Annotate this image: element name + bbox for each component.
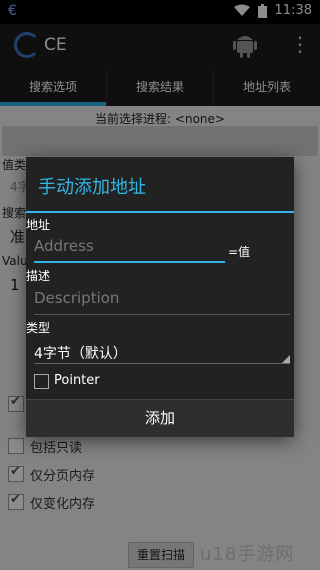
equals-value-label: =值 [228, 245, 251, 259]
title-divider [26, 211, 294, 213]
description-label: 描述 [26, 269, 51, 283]
add-address-dialog: 手动添加地址 地址 Address =值 描述 Description 类型 4… [26, 157, 294, 437]
pointer-label: Pointer [54, 373, 100, 388]
description-input[interactable]: Description [34, 289, 290, 315]
type-select-value: 4字节（默认） [34, 346, 127, 362]
pointer-checkbox[interactable] [34, 374, 49, 389]
dialog-title: 手动添加地址 [38, 177, 146, 198]
dropdown-arrow-icon [282, 355, 290, 363]
type-select[interactable]: 4字节（默认） [34, 343, 290, 364]
type-label: 类型 [26, 321, 51, 335]
address-input[interactable]: Address [34, 237, 225, 263]
add-button[interactable]: 添加 [26, 399, 294, 437]
address-label: 地址 [26, 218, 51, 232]
